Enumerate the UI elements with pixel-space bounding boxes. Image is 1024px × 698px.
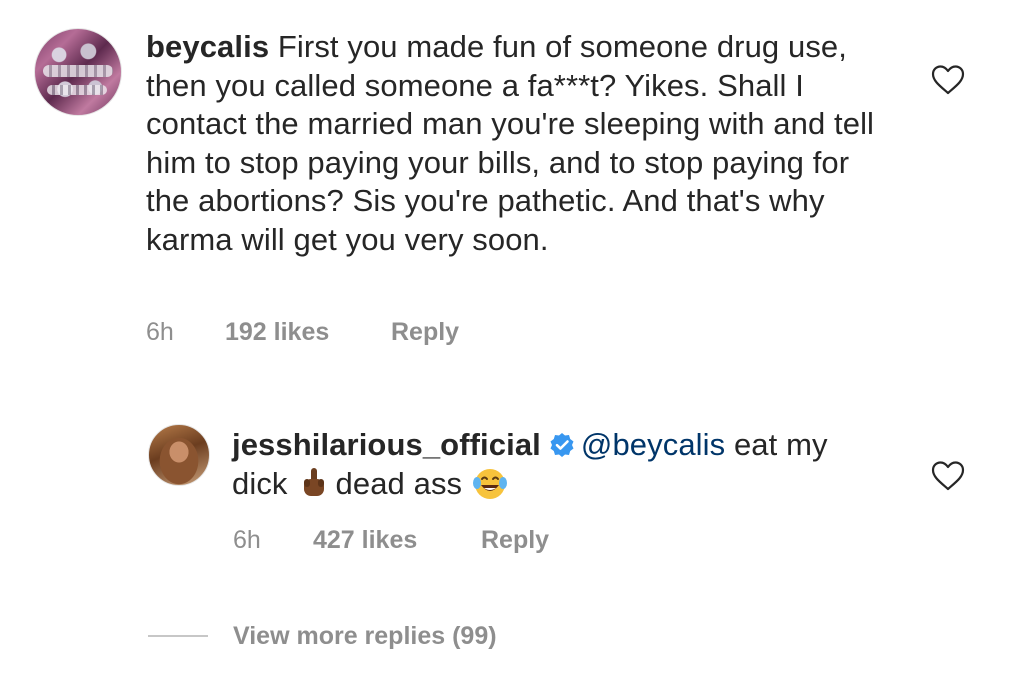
view-more-replies[interactable]: View more replies (99): [148, 620, 497, 652]
comment-likes[interactable]: 192 likes: [225, 318, 391, 347]
middle-finger-emoji: [303, 467, 324, 496]
tears-of-joy-emoji: [473, 468, 508, 499]
reply-button[interactable]: Reply: [481, 526, 549, 555]
comment-body: beycalis First you made fun of someone d…: [146, 28, 886, 259]
avatar[interactable]: [148, 424, 210, 486]
reply-button[interactable]: Reply: [391, 318, 459, 347]
comment-username[interactable]: beycalis: [146, 29, 269, 64]
reply-likes[interactable]: 427 likes: [313, 526, 481, 555]
reply-time: 6h: [233, 526, 261, 554]
divider-line: [148, 635, 208, 637]
heart-outline-icon[interactable]: [930, 64, 966, 96]
avatar[interactable]: [34, 28, 122, 116]
comment-meta: 6h 192 likes Reply: [146, 318, 459, 347]
view-more-label[interactable]: View more replies (99): [233, 622, 497, 651]
mention-link[interactable]: @beycalis: [581, 427, 725, 462]
heart-outline-icon[interactable]: [930, 460, 966, 492]
reply-text-part2: dead ass: [335, 465, 463, 501]
comment-time: 6h: [146, 318, 174, 346]
reply-username[interactable]: jesshilarious_official: [232, 427, 541, 462]
verified-badge-icon: [550, 433, 574, 457]
reply-meta: 6h 427 likes Reply: [233, 526, 549, 555]
reply-body: jesshilarious_official @beycalis eat my …: [232, 426, 872, 503]
